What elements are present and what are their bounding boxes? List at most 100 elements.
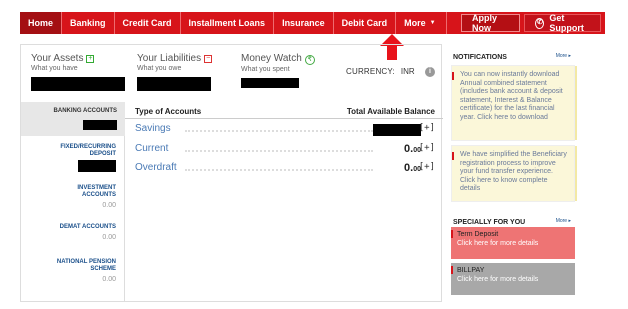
account-row-current[interactable]: Current 0.00 [+]	[135, 143, 435, 157]
promo-billpay[interactable]: BILLPAY Click here for more details	[451, 263, 575, 295]
money-watch-title: Money Watch	[241, 53, 302, 64]
money-watch-sub: What you spent	[241, 66, 290, 73]
pension-label: NATIONAL PENSION SCHEME	[56, 259, 116, 272]
promo-title: BILLPAY	[457, 267, 485, 274]
nav-banking[interactable]: Banking	[62, 12, 115, 34]
pension-value: 0.00	[102, 276, 116, 283]
redacted-money-watch-value	[241, 78, 299, 88]
notifications-panel: NOTIFICATIONS More ▸ You can now instant…	[449, 49, 577, 209]
nav-fixed-recurring-deposit[interactable]: FIXED/RECURRING DEPOSIT	[46, 144, 116, 172]
nav-national-pension-scheme[interactable]: NATIONAL PENSION SCHEME 0.00	[36, 259, 116, 283]
promo-term-deposit[interactable]: Term Deposit Click here for more details	[451, 227, 575, 259]
leader-dots	[185, 169, 373, 171]
nav-home-label: Home	[28, 18, 54, 28]
assets-title: Your Assets	[31, 53, 84, 64]
notification-card[interactable]: You can now instantly download Annual co…	[451, 65, 577, 141]
money-watch-tab[interactable]: Money Watch ₹ What you spent	[241, 53, 315, 88]
nav-demat-accounts[interactable]: DEMAT ACCOUNTS 0.00	[60, 224, 116, 241]
balance-header: Total Available Balance	[346, 107, 435, 116]
leader-dots	[185, 130, 373, 132]
redacted-banking-value	[83, 120, 117, 130]
special-more-link[interactable]: More ▸	[556, 218, 571, 224]
investment-value: 0.00	[102, 202, 116, 209]
caret-down-icon: ▼	[429, 20, 436, 26]
nav-installment-loans[interactable]: Installment Loans	[181, 12, 275, 34]
promo-link[interactable]: Click here for more details	[457, 240, 569, 247]
scroll-edge	[575, 66, 577, 140]
scroll-edge	[575, 146, 577, 201]
notifications-more-link[interactable]: More ▸	[556, 53, 571, 59]
expand-toggle[interactable]: [+]	[419, 162, 435, 172]
promo-link[interactable]: Click here for more details	[457, 276, 569, 283]
apply-now-button[interactable]: Apply Now	[461, 13, 521, 33]
nav-home[interactable]: Home	[20, 12, 63, 34]
plus-icon: +	[86, 55, 95, 63]
balance-int: 0.	[404, 143, 414, 155]
nav-installment-loans-label: Installment Loans	[188, 18, 266, 28]
nav-insurance[interactable]: Insurance	[274, 12, 334, 34]
currency-value: INR	[400, 67, 415, 76]
liabilities-title: Your Liabilities	[137, 53, 202, 64]
redacted-liabilities-value	[137, 77, 211, 91]
notification-text: You can now instantly download Annual co…	[460, 71, 563, 121]
nav-more-label: More	[404, 18, 426, 28]
get-support-button[interactable]: ✆ Get Support	[524, 13, 601, 33]
account-row-savings[interactable]: Savings [+]	[135, 123, 435, 137]
assets-tab[interactable]: Your Assets + What you have	[31, 53, 133, 91]
top-navigation: Home Banking Credit Card Installment Loa…	[20, 12, 605, 34]
expand-toggle[interactable]: [+]	[419, 143, 435, 153]
more-label: More	[555, 218, 568, 224]
account-name[interactable]: Overdraft	[135, 162, 177, 173]
banking-accounts-label: BANKING ACCOUNTS	[53, 108, 117, 114]
accounts-header: Type of Accounts Total Available Balance	[135, 107, 435, 116]
currency-display: CURRENCY: INR	[346, 67, 415, 76]
promo-title: Term Deposit	[457, 231, 499, 238]
account-row-overdraft[interactable]: Overdraft 0.00 [+]	[135, 162, 435, 176]
promo-marker	[451, 266, 453, 274]
get-support-label: Get Support	[549, 13, 584, 33]
nav-investment-accounts[interactable]: INVESTMENT ACCOUNTS 0.00	[56, 185, 116, 209]
nav-insurance-label: Insurance	[282, 18, 325, 28]
balance-int: 0.	[404, 162, 414, 174]
notification-marker	[452, 72, 454, 80]
nav-debit-card-label: Debit Card	[341, 18, 388, 28]
notification-text: We have simplified the Beneficiary regis…	[460, 151, 567, 192]
redacted-fixed-value	[78, 160, 116, 172]
apply-now-label: Apply Now	[472, 13, 498, 33]
header-divider	[125, 118, 443, 119]
nav-more[interactable]: More ▼	[396, 12, 447, 34]
summary-row: Your Assets + What you have Your Liabilit…	[21, 45, 443, 99]
nav-banking-label: Banking	[70, 18, 106, 28]
special-title: SPECIALLY FOR YOU	[453, 219, 526, 226]
phone-icon: ✆	[535, 17, 545, 29]
notification-card[interactable]: We have simplified the Beneficiary regis…	[451, 145, 577, 202]
minus-icon: −	[204, 55, 213, 63]
type-of-accounts-header: Type of Accounts	[135, 107, 202, 116]
demat-label: DEMAT ACCOUNTS	[59, 224, 116, 230]
info-icon[interactable]: i	[425, 67, 435, 77]
expand-toggle[interactable]: [+]	[419, 123, 435, 133]
rupee-icon: ₹	[304, 55, 315, 65]
notification-marker	[452, 152, 454, 160]
nav-credit-card-label: Credit Card	[122, 18, 172, 28]
liabilities-tab[interactable]: Your Liabilities − What you owe	[137, 53, 213, 91]
notifications-title: NOTIFICATIONS	[453, 54, 507, 61]
account-name[interactable]: Savings	[135, 123, 171, 134]
redacted-savings-balance	[373, 124, 421, 136]
redacted-assets-value	[31, 77, 125, 91]
promo-marker	[451, 230, 453, 238]
liabilities-sub: What you owe	[137, 65, 182, 72]
leader-dots	[185, 150, 373, 152]
account-name[interactable]: Current	[135, 143, 168, 154]
currency-label: CURRENCY:	[346, 67, 395, 76]
fixed-deposit-label: FIXED/RECURRING DEPOSIT	[60, 144, 116, 157]
assets-sub: What you have	[31, 65, 78, 72]
main-panel: Your Assets + What you have Your Liabilit…	[20, 44, 443, 302]
nav-credit-card[interactable]: Credit Card	[115, 12, 181, 34]
nav-banking-accounts[interactable]: BANKING ACCOUNTS	[21, 102, 125, 136]
account-category-nav: BANKING ACCOUNTS FIXED/RECURRING DEPOSIT…	[21, 102, 125, 302]
demat-value: 0.00	[102, 234, 116, 241]
nav-debit-card[interactable]: Debit Card	[334, 12, 397, 34]
more-label: More	[555, 53, 568, 59]
